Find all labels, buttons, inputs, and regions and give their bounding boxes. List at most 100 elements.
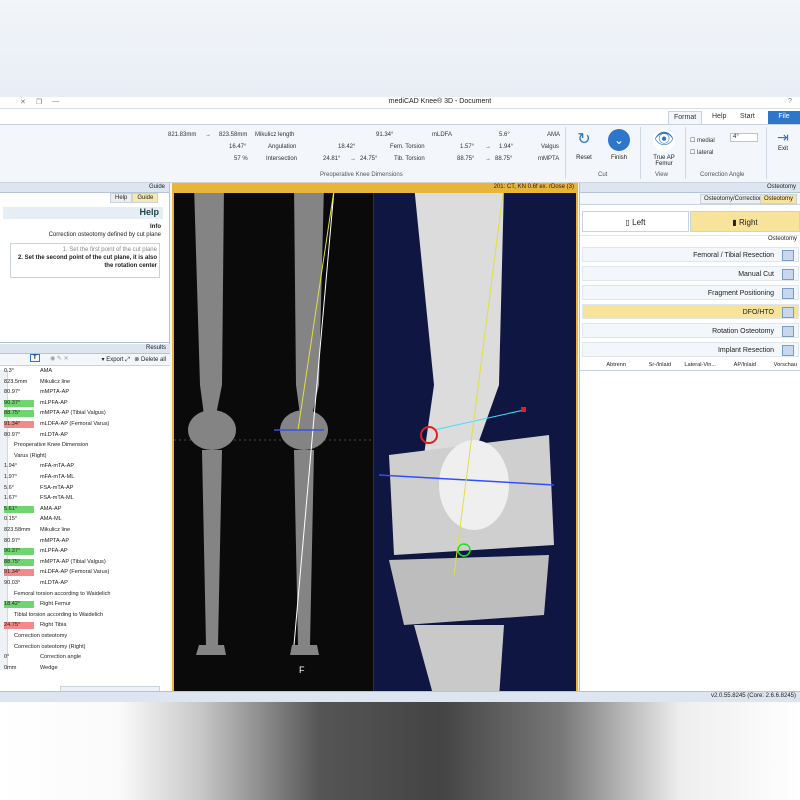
exit-label: Exit (777, 146, 788, 152)
dim-value: 1.94° (499, 144, 514, 150)
col-ap-inlaid: AP/Inlaid (733, 362, 756, 368)
left-label: Left (632, 218, 646, 227)
tab-file[interactable]: File (768, 111, 800, 124)
results-row[interactable]: 80.97° mMPTA-AP (0, 538, 170, 546)
results-row[interactable]: 0° Correction angle (0, 654, 170, 662)
close-window-icon[interactable]: ✕ (20, 98, 26, 106)
medial-option[interactable]: ☐ medial (690, 137, 715, 144)
dim-value: 91.34° (376, 132, 394, 138)
results-row[interactable]: 18.42° Right Femur (0, 601, 170, 609)
tab-guide-help[interactable]: Help (110, 193, 133, 203)
results-row[interactable]: 0.15° AMA-ML (0, 516, 170, 524)
tab-format[interactable]: Format (668, 111, 703, 124)
results-row[interactable]: Tibial torsion according to Waidelich (0, 612, 170, 620)
results-row[interactable]: Correction osteotomy (Right) (0, 644, 170, 652)
result-label: mFA-mTA-ML (40, 474, 75, 480)
tab-osteotomy-correction[interactable]: Osteotomy/Correction (700, 194, 767, 204)
results-row[interactable]: 823.58mm Mikulicz line (0, 527, 170, 535)
finish-button[interactable]: ⌄ Finish (605, 129, 633, 161)
exit-button[interactable]: ⇥ Exit (770, 129, 796, 169)
results-row[interactable]: 1.67° FSA-mTA-ML (0, 495, 170, 503)
tab-start[interactable]: Start (735, 111, 760, 124)
visibility-icon[interactable]: ◉ ✎ ✕ (50, 355, 69, 362)
dim-value: 24.75° (360, 156, 378, 162)
cut-point-marker[interactable] (521, 407, 526, 412)
tab-osteotomy[interactable]: Osteotomy (760, 194, 798, 204)
reset-button[interactable]: ↻ Reset (570, 129, 598, 161)
result-label: Right Femur (40, 601, 71, 608)
result-value: 0.15° (4, 516, 18, 523)
tab-guide-guide[interactable]: Guide (132, 193, 159, 203)
guide-box: Help Guide Help Info Correction osteotom… (0, 193, 169, 343)
fragment-positioning-label: Fragment Positioning (707, 290, 774, 297)
minimize-window-icon[interactable]: — (52, 98, 59, 106)
result-value: 24.75° (4, 622, 34, 630)
results-toolbar: ⊗ Delete all ▾ Export ⤢ T ◉ ✎ ✕ (0, 354, 170, 366)
restore-window-icon[interactable]: ❐ (36, 98, 42, 106)
results-row[interactable]: 91.34° mLDFA-AP (Femoral Varus) (0, 569, 170, 577)
results-row[interactable]: 90.37° mLPFA-AP (0, 548, 170, 556)
fragment-icon (782, 288, 794, 299)
export-button[interactable]: ▾ Export ⤢ (102, 356, 131, 364)
implant-resection-button[interactable]: Implant Resection (582, 342, 799, 357)
dim-value: 821.83mm (168, 132, 197, 138)
result-label: Varus (Right) (14, 452, 47, 459)
checkmark-chevron-icon: ⌄ (608, 129, 630, 151)
result-value: 90.37° (4, 399, 34, 407)
results-row[interactable]: 88.75° mMPTA-AP (Tibial Valgus) (0, 558, 170, 567)
results-row[interactable]: 0.3° AMA (0, 368, 170, 376)
result-label: mLDFA-AP (Femoral Varus) (40, 569, 110, 576)
delete-all-button[interactable]: ⊗ Delete all (134, 356, 166, 363)
tab-help[interactable]: Help (707, 111, 731, 124)
top-background (0, 0, 800, 97)
divider (565, 127, 566, 179)
femoral-tibial-resection-button[interactable]: Femoral / Tibial Resection (582, 247, 799, 262)
results-row[interactable]: Correction osteotomy (0, 633, 170, 641)
cut-group-label: Cut (598, 172, 608, 178)
help-question-icon[interactable]: ? (788, 98, 792, 105)
dim-label: Fem. Torsion (390, 144, 425, 150)
results-row[interactable]: 24.75° Right Tibia (0, 622, 170, 630)
true-ap-femur-label: True AP Femur (653, 155, 675, 167)
rotation-osteotomy-button[interactable]: Rotation Osteotomy (582, 323, 799, 338)
correction-angle-group-label: Correction Angle (700, 172, 745, 178)
result-label: mLDFA-AP (Femoral Varus) (40, 421, 110, 427)
ct-viewport[interactable]: F (174, 184, 576, 698)
ribbon: ⇥ Exit 4° ☐ medial ☐ lateral Correction … (0, 125, 800, 183)
results-row[interactable]: 1.94° mFA-mTA-AP (0, 463, 170, 471)
results-row[interactable]: 80.97° mLDTA-AP (0, 432, 170, 440)
ankle-left (196, 645, 226, 655)
left-side-button[interactable]: ▯ Left (582, 211, 689, 232)
result-value: 80.97° (4, 389, 21, 396)
true-ap-femur-button[interactable]: 👁 True AP Femur (645, 129, 683, 167)
right-label: Right (738, 218, 758, 227)
results-row[interactable]: 1.97° mFA-mTA-ML (0, 474, 170, 482)
results-row[interactable]: 91.34° mLDFA-AP (Femoral Varus) (0, 421, 170, 429)
results-row[interactable]: 80.97° mMPTA-AP (0, 389, 170, 397)
results-row[interactable]: 90.37° mLPFA-AP (0, 399, 170, 408)
dfo-hto-icon (782, 307, 794, 318)
results-row[interactable]: 5.6° FSA-mTA-AP (0, 485, 170, 493)
results-row[interactable]: 88.75° mMPTA-AP (Tibial Valgus) (0, 410, 170, 418)
info-text: Correction osteotomy defined by cut plan… (48, 232, 161, 238)
guide-tabs: Help Guide (110, 193, 159, 203)
results-row[interactable]: Femoral torsion according to Waidelich (0, 591, 170, 599)
manual-cut-button[interactable]: Manual Cut (582, 266, 799, 281)
ankle-right (290, 645, 319, 655)
correction-angle-input[interactable]: 4° (730, 133, 758, 142)
result-label: Preoperative Knee Dimension (14, 442, 89, 449)
image-viewer[interactable]: F (172, 183, 578, 700)
results-row[interactable]: 5.61° AMA-AP (0, 505, 170, 514)
info-heading: Info (150, 224, 161, 230)
results-row[interactable]: 0mm Wedge (0, 665, 170, 673)
results-row[interactable]: 823.5mm Mikulicz line (0, 379, 170, 387)
lateral-option[interactable]: ☐ lateral (690, 149, 713, 156)
right-side-button[interactable]: ▮ Right (690, 211, 800, 232)
results-row[interactable]: Varus (Right) (0, 453, 170, 461)
fragment-positioning-button[interactable]: Fragment Positioning (582, 285, 799, 300)
results-row[interactable]: 90.03° mLDTA-AP (0, 580, 170, 588)
results-row[interactable]: Preoperative Knee Dimension (0, 442, 170, 450)
result-label: Correction osteotomy (14, 633, 68, 639)
dfo-hto-button[interactable]: DFO/HTO (582, 304, 799, 319)
text-tool-icon[interactable]: T (30, 354, 40, 362)
